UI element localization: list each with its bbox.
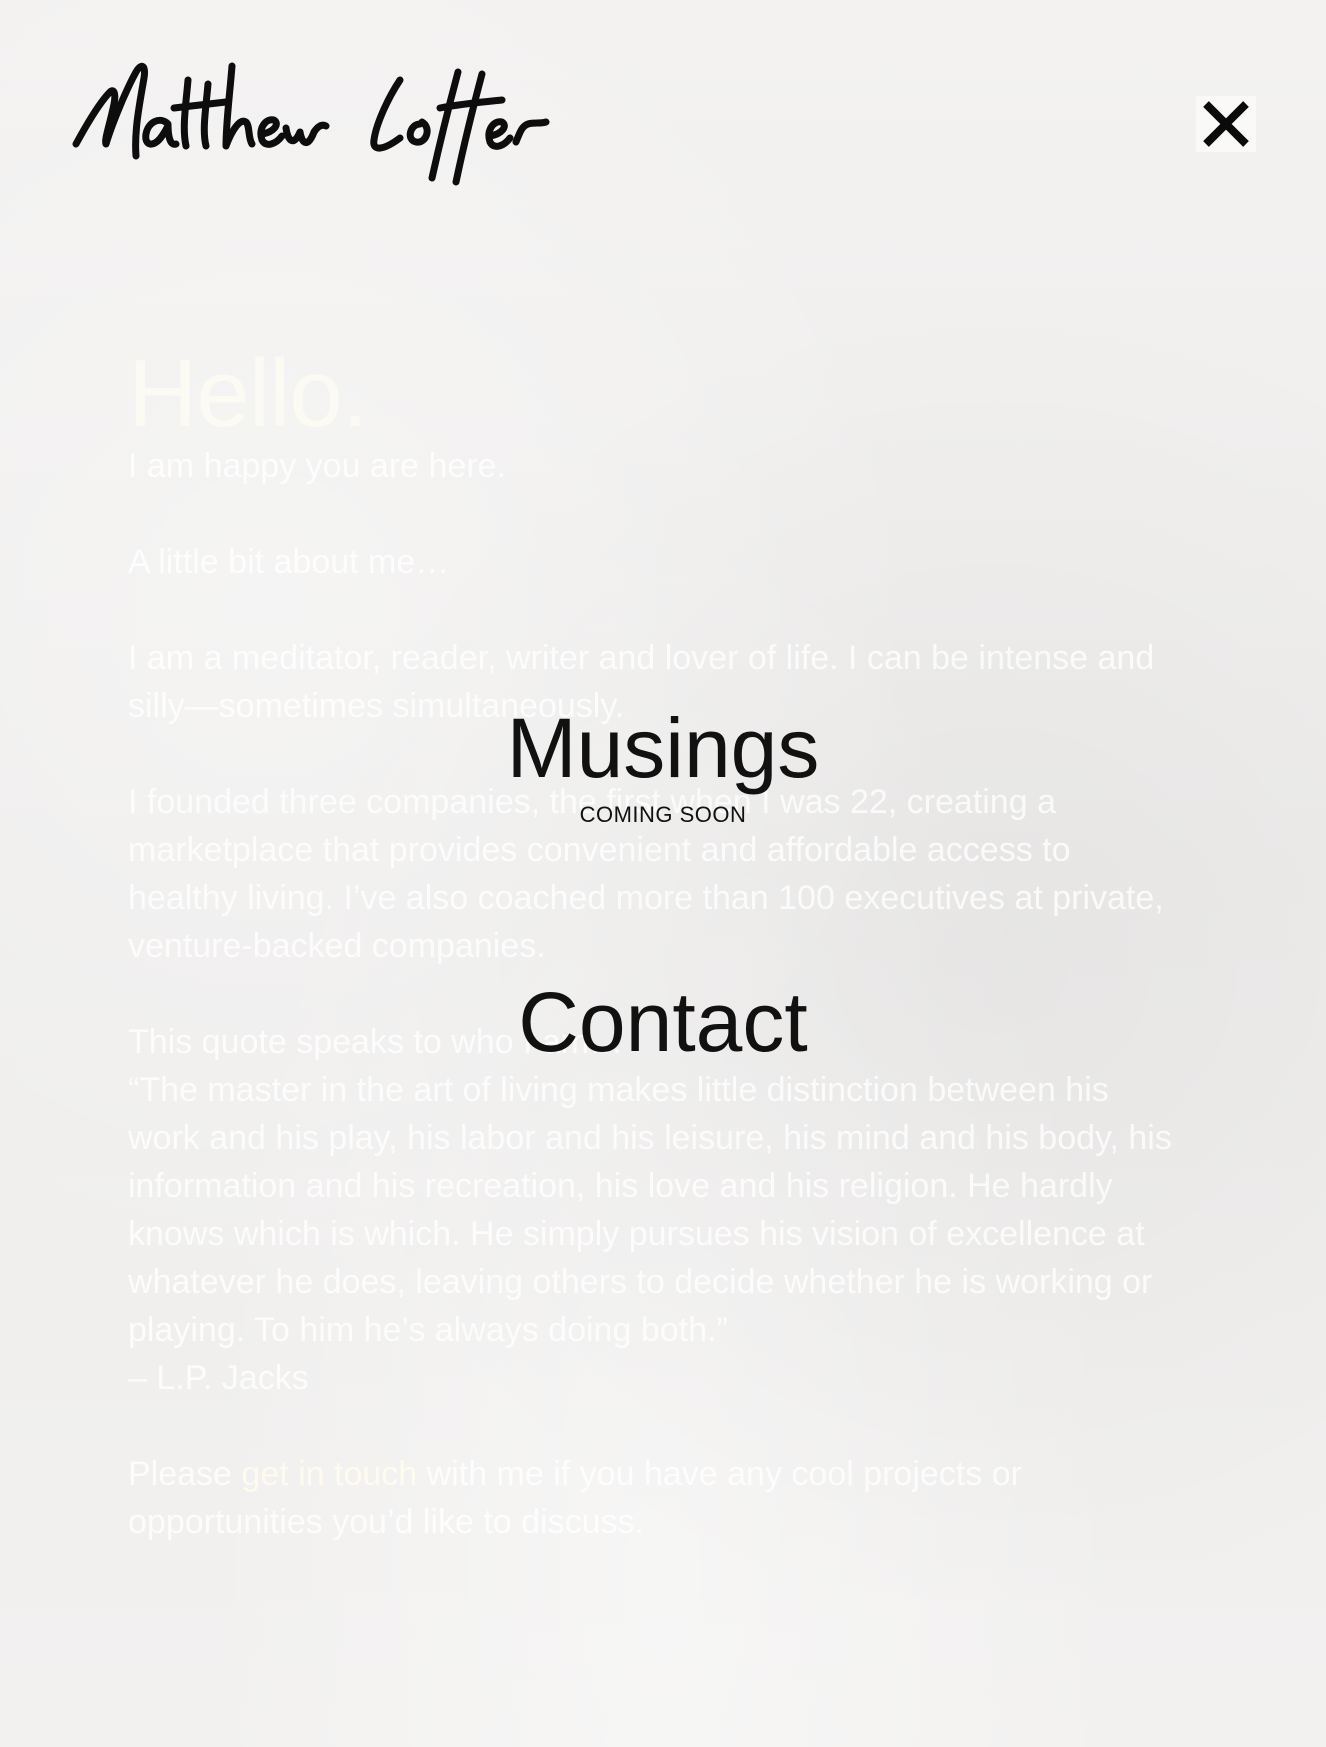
signature-logo-graphic [72, 62, 550, 186]
menu-item-musings[interactable]: Musings [0, 700, 1326, 796]
about-subheading: A little bit about me… [128, 543, 450, 581]
close-icon [1196, 96, 1256, 152]
closing-text: Please get in touch with me if you have … [128, 1450, 1188, 1546]
close-menu-button[interactable] [1196, 96, 1256, 152]
musings-status-label: COMING SOON [579, 802, 747, 827]
closing-text-before: Please [128, 1455, 242, 1493]
quote-text: “The master in the art of living makes l… [128, 1071, 1172, 1349]
signature-logo[interactable] [70, 32, 610, 194]
get-in-touch-link[interactable]: get in touch [241, 1455, 417, 1493]
intro-text: I am happy you are here. [128, 447, 507, 485]
menu-item-contact[interactable]: Contact [0, 974, 1326, 1070]
about-section: Hello. I am happy you are here. A little… [128, 346, 1188, 1546]
page-title: Hello. [128, 340, 368, 447]
quote-author: – L.P. Jacks [128, 1359, 309, 1397]
